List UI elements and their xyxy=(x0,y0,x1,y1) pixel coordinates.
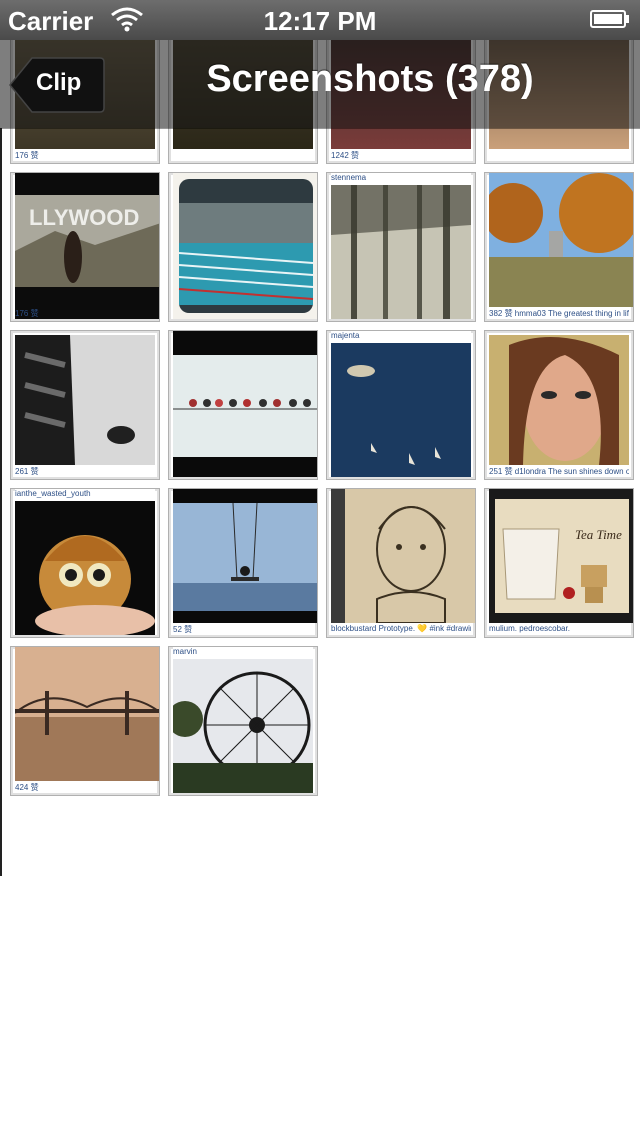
thumbnail-caption: 424 赞 xyxy=(15,783,39,792)
thumbnail[interactable]: blockbustard Prototype. 💛 #ink #drawing xyxy=(326,488,476,638)
thumbnail-image xyxy=(331,489,475,624)
page-title: Screenshots (378) xyxy=(206,58,534,100)
thumbnail-caption: 251 赞 d1londra The sun shines down on yo… xyxy=(489,467,629,476)
screenshot-grid: 176 赞 1242 赞 LLYWOOD 176 赞 stennema 382 … xyxy=(0,0,640,880)
thumbnail-username: ianthe_wasted_youth xyxy=(15,489,155,500)
thumbnail[interactable] xyxy=(168,330,318,480)
navigation-bar: Clip Screenshots (378) xyxy=(0,40,640,128)
thumbnail[interactable]: ianthe_wasted_youth xyxy=(10,488,160,638)
thumbnail-image xyxy=(173,331,317,479)
battery-icon xyxy=(590,10,630,28)
thumbnail[interactable]: 424 赞 xyxy=(10,646,160,796)
thumbnail-caption xyxy=(489,150,629,162)
thumbnail[interactable] xyxy=(168,172,318,322)
svg-text:LLYWOOD: LLYWOOD xyxy=(29,205,139,230)
thumbnail[interactable]: 251 赞 d1londra The sun shines down on yo… xyxy=(484,330,634,480)
thumbnail-image xyxy=(15,501,155,637)
thumbnail-caption: 52 赞 xyxy=(173,625,193,634)
thumbnail-caption: 176 赞 xyxy=(15,309,39,318)
left-edge-line xyxy=(0,128,2,876)
thumbnail-image xyxy=(331,185,471,321)
thumbnail[interactable]: Tea Time mulium. pedroescobar. xyxy=(484,488,634,638)
thumbnail-image: Tea Time xyxy=(489,489,633,623)
thumbnail-caption: 1242 赞 xyxy=(331,151,360,160)
thumbnail-image xyxy=(15,335,155,465)
thumbnail-image xyxy=(173,173,317,321)
thumbnail-username: marvin xyxy=(173,647,313,658)
thumbnail-caption: 382 赞 hmma03 The greatest thing in life … xyxy=(489,309,629,318)
thumbnail-image: LLYWOOD xyxy=(15,173,159,321)
thumbnail-image xyxy=(331,343,471,479)
thumbnail[interactable]: majenta xyxy=(326,330,476,480)
thumbnail-caption xyxy=(173,150,313,162)
back-button-label: Clip xyxy=(36,69,82,96)
thumbnail-username: stennema xyxy=(331,173,471,184)
thumbnail-image xyxy=(485,173,633,307)
thumbnail[interactable]: LLYWOOD 176 赞 xyxy=(10,172,160,322)
thumbnail[interactable]: 382 赞 hmma03 The greatest thing in life … xyxy=(484,172,634,322)
status-bar: Carrier 12:17 PM xyxy=(0,0,640,40)
thumbnail[interactable]: stennema xyxy=(326,172,476,322)
thumbnail-caption: blockbustard Prototype. 💛 #ink #drawing xyxy=(331,624,471,633)
clock-time: 12:17 PM xyxy=(263,6,377,36)
thumbnail-image xyxy=(173,489,317,623)
thumbnail[interactable]: marvin xyxy=(168,646,318,796)
thumbnail-image xyxy=(169,659,313,795)
thumbnail-caption: 176 赞 xyxy=(15,151,39,160)
thumbnail-caption: mulium. pedroescobar. xyxy=(489,624,570,633)
svg-text:Tea Time: Tea Time xyxy=(575,527,622,542)
thumbnail-caption: 261 赞 xyxy=(15,467,39,476)
thumbnail[interactable]: 52 赞 xyxy=(168,488,318,638)
thumbnail-username: majenta xyxy=(331,331,471,342)
thumbnail-image xyxy=(489,335,629,465)
thumbnail-image xyxy=(14,647,159,781)
back-button[interactable]: Clip xyxy=(8,56,106,114)
thumbnail[interactable]: 261 赞 xyxy=(10,330,160,480)
